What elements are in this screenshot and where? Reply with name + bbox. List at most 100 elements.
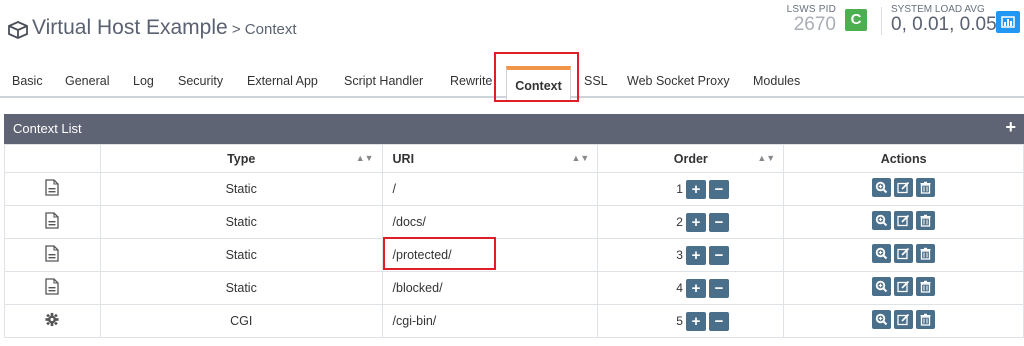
tab-log[interactable]: Log — [133, 74, 154, 88]
move-up-button[interactable]: + — [685, 311, 706, 331]
header-divider — [881, 7, 882, 35]
table-header-row: Type ▲▼ URI ▲▼ Order ▲▼ Actions — [4, 144, 1024, 173]
row-icon-cell — [4, 271, 101, 305]
move-down-button[interactable]: − — [708, 311, 729, 331]
highlight-box-uri — [383, 237, 496, 270]
order-value: 1 — [676, 182, 683, 196]
file-icon — [45, 179, 60, 199]
title-text: Virtual Host Example — [32, 16, 228, 39]
move-down-button[interactable]: − — [708, 278, 729, 298]
edit-button[interactable] — [894, 277, 914, 296]
sort-icon: ▲▼ — [571, 153, 590, 163]
tab-basic[interactable]: Basic — [12, 74, 43, 88]
table-row: Static/blocked/4 + − — [4, 271, 1024, 305]
row-icon-cell — [4, 172, 101, 206]
file-icon — [45, 212, 60, 232]
edit-button[interactable] — [894, 178, 914, 197]
view-button[interactable] — [872, 211, 892, 230]
tab-security[interactable]: Security — [178, 74, 223, 88]
edit-button[interactable] — [894, 310, 914, 329]
tab-external-app[interactable]: External App — [247, 74, 318, 88]
bar-chart-icon — [1001, 16, 1015, 28]
actions-cell — [783, 238, 1024, 272]
view-button[interactable] — [872, 178, 892, 197]
uri-cell: /cgi-bin/ — [381, 304, 599, 338]
tab-general[interactable]: General — [65, 74, 109, 88]
delete-button[interactable] — [916, 178, 936, 197]
order-cell: 1 + − — [597, 172, 785, 206]
uri-cell: /docs/ — [381, 205, 599, 239]
type-cell: Static — [99, 271, 383, 305]
row-icon-cell — [4, 205, 101, 239]
sort-icon: ▲▼ — [355, 153, 374, 163]
tab-rewrite[interactable]: Rewrite — [450, 74, 492, 88]
delete-button[interactable] — [916, 277, 936, 296]
move-up-button[interactable]: + — [685, 179, 706, 199]
edit-button[interactable] — [894, 211, 914, 230]
view-button[interactable] — [872, 244, 892, 263]
move-down-button[interactable]: − — [708, 245, 729, 265]
page-header: Virtual Host Example > Context LSWS PID … — [0, 0, 1024, 60]
type-cell: Static — [99, 172, 383, 206]
reload-button[interactable]: C — [845, 9, 867, 31]
actions-cell — [783, 271, 1024, 305]
load-box: SYSTEM LOAD AVG 0, 0.01, 0.05 — [891, 4, 997, 35]
table-row: CGI/cgi-bin/5 + − — [4, 304, 1024, 338]
type-cell: Static — [99, 238, 383, 272]
actions-cell — [783, 304, 1024, 338]
uri-cell: / — [381, 172, 599, 206]
gear-icon — [45, 312, 59, 331]
panel-title: Context List — [13, 121, 82, 136]
pid-box: LSWS PID 2670 — [780, 4, 836, 35]
actions-cell — [783, 172, 1024, 206]
row-icon-cell — [4, 238, 101, 272]
highlight-box-tab — [494, 52, 579, 102]
type-column-header[interactable]: Type ▲▼ — [99, 144, 383, 173]
move-up-button[interactable]: + — [685, 245, 706, 265]
order-value: 2 — [676, 215, 683, 229]
type-cell: Static — [99, 205, 383, 239]
file-icon — [45, 278, 60, 298]
tab-web-socket-proxy[interactable]: Web Socket Proxy — [627, 74, 730, 88]
tab-ssl[interactable]: SSL — [584, 74, 608, 88]
breadcrumb: > Context — [227, 21, 297, 38]
order-cell: 3 + − — [597, 238, 785, 272]
uri-column-header[interactable]: URI ▲▼ — [381, 144, 599, 173]
move-down-button[interactable]: − — [708, 212, 729, 232]
uri-cell: /blocked/ — [381, 271, 599, 305]
delete-button[interactable] — [916, 310, 936, 329]
reload-icon: C — [850, 11, 862, 28]
tab-modules[interactable]: Modules — [753, 74, 800, 88]
order-cell: 2 + − — [597, 205, 785, 239]
order-column-header[interactable]: Order ▲▼ — [597, 144, 785, 173]
delete-button[interactable] — [916, 211, 936, 230]
file-icon — [45, 245, 60, 265]
order-cell: 4 + − — [597, 271, 785, 305]
add-context-icon[interactable]: + — [1005, 117, 1016, 138]
pid-value: 2670 — [793, 14, 836, 35]
context-list-header: Context List + — [4, 114, 1024, 144]
view-button[interactable] — [872, 277, 892, 296]
move-down-button[interactable]: − — [708, 179, 729, 199]
tab-script-handler[interactable]: Script Handler — [344, 74, 423, 88]
page-title: Virtual Host Example > Context — [32, 16, 297, 40]
cube-icon — [8, 21, 28, 39]
load-value: 0, 0.01, 0.05 — [891, 14, 997, 35]
row-icon-cell — [4, 304, 101, 338]
table-row: Static/1 + − — [4, 172, 1024, 206]
edit-button[interactable] — [894, 244, 914, 263]
actions-cell — [783, 205, 1024, 239]
table-row: Static/docs/2 + − — [4, 205, 1024, 239]
stats-button[interactable] — [996, 11, 1020, 33]
delete-button[interactable] — [916, 244, 936, 263]
order-cell: 5 + − — [597, 304, 785, 338]
order-value: 3 — [676, 248, 683, 262]
move-up-button[interactable]: + — [685, 278, 706, 298]
view-button[interactable] — [872, 310, 892, 329]
context-table: Type ▲▼ URI ▲▼ Order ▲▼ Actions Static/1 + − S… — [4, 144, 1024, 338]
actions-column-header: Actions — [783, 144, 1024, 173]
type-cell: CGI — [99, 304, 383, 338]
order-value: 4 — [676, 281, 683, 295]
move-up-button[interactable]: + — [685, 212, 706, 232]
order-value: 5 — [676, 314, 683, 328]
